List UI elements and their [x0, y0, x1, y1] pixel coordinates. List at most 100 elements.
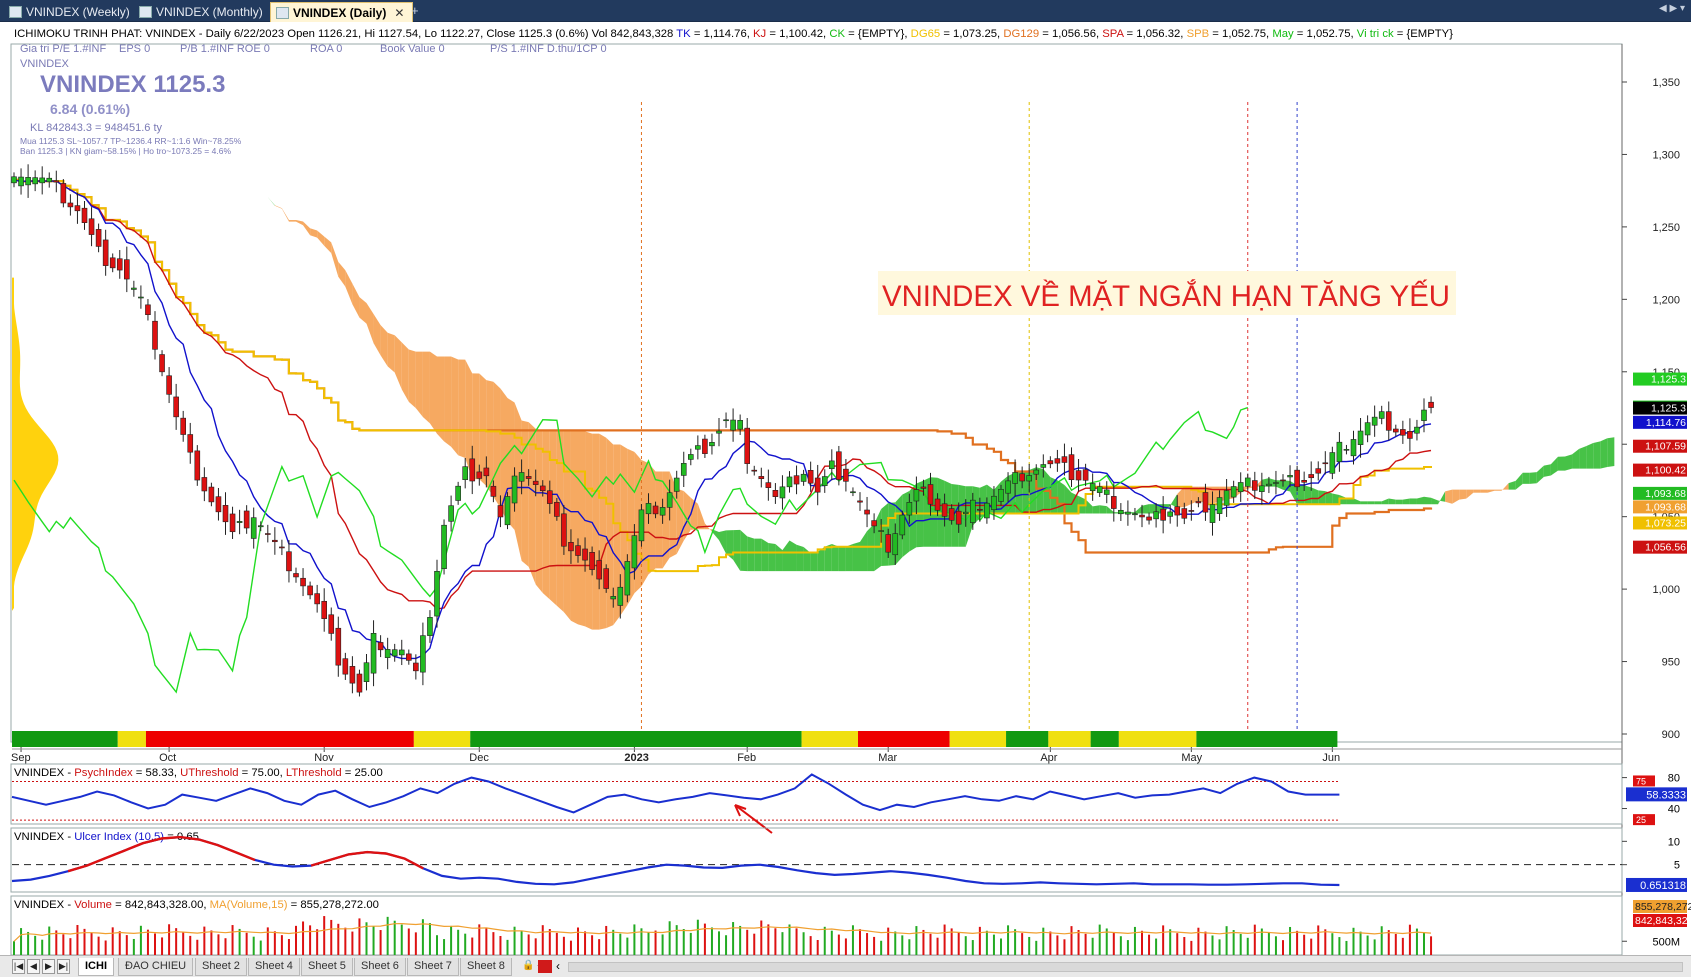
chart-svg[interactable]: 9009501,0001,0501,1001,1501,2001,2501,30…: [0, 22, 1691, 956]
x-tick-label: May: [1181, 752, 1202, 764]
sheet-bar: |◀ ◀ ▶ ▶| ICHI ĐAO CHIEU Sheet 2 Sheet 4…: [0, 955, 1691, 977]
tab-label: VNINDEX (Monthly): [156, 5, 263, 19]
annotation-text: VNINDEX VỀ MẶT NGẮN HẠN TĂNG YẾU: [882, 279, 1450, 313]
kumo-segment: [1565, 454, 1573, 471]
kl-text: KL 842843.3 = 948451.6 ty: [30, 122, 163, 134]
threshold-tag-text: 25: [1636, 815, 1646, 825]
kumo-segment: [1607, 437, 1615, 468]
kumo-segment: [1480, 489, 1488, 493]
status-segment: [1196, 731, 1338, 747]
kumo-segment: [444, 356, 452, 447]
candle: [624, 554, 631, 603]
kumo-segment: [528, 422, 536, 585]
y-tick-label: 1,350: [1652, 77, 1680, 89]
kumo-segment: [542, 430, 550, 600]
header-pb-roe: P/B 1.#INF ROE 0: [180, 43, 270, 55]
sell-text: Ban 1125.3 | KN giam~58.15% | Ho tro~107…: [20, 146, 231, 156]
y-tick-label: 1,250: [1652, 222, 1680, 234]
tab-weekly[interactable]: VNINDEX (Weekly): [4, 2, 138, 22]
sheet-tab-dao-chieu[interactable]: ĐAO CHIEU: [118, 958, 194, 976]
tab-scroll-icons[interactable]: ◀ ▶ ▾: [1659, 3, 1685, 14]
kumo-segment: [585, 431, 593, 630]
kumo-segment: [1374, 501, 1382, 505]
kumo-segment: [415, 351, 423, 417]
chart-icon: [139, 6, 152, 18]
kumo-segment: [1311, 487, 1319, 505]
sheet-tab-ichi[interactable]: ICHI: [78, 958, 114, 976]
status-segment: [801, 731, 858, 747]
panel-title: VNINDEX - Volume = 842,843,328.00, MA(Vo…: [14, 899, 379, 911]
kumo-segment: [451, 356, 459, 456]
sheet-tab-8[interactable]: Sheet 8: [460, 958, 512, 976]
scroll-left-icon[interactable]: ‹: [556, 959, 560, 973]
prev-sheet-button[interactable]: ◀: [27, 959, 40, 974]
status-segment: [858, 731, 950, 747]
last-sheet-button[interactable]: ▶|: [57, 959, 70, 974]
kumo-segment: [408, 349, 416, 409]
price-label: 1,093.68: [1633, 486, 1687, 500]
ma-tag-text: 855,278,272: [1635, 901, 1691, 913]
last-value-text: 0.651318: [1640, 880, 1686, 892]
x-tick-label: Nov: [314, 752, 334, 764]
status-segment: [1048, 731, 1091, 747]
candle: [60, 179, 67, 208]
kumo-segment: [831, 544, 839, 572]
kumo-segment: [1543, 464, 1551, 477]
record-icon[interactable]: [538, 960, 552, 973]
price-label-text: 1,125.3: [1651, 374, 1686, 386]
kumo-segment: [1367, 501, 1375, 505]
kumo-segment: [599, 433, 607, 630]
header-book-value: Book Value 0: [380, 43, 445, 55]
kumo-segment: [1424, 496, 1432, 505]
header-line1: ICHIMOKU TRINH PHAT: VNINDEX - Daily 6/2…: [14, 28, 1453, 40]
first-sheet-button[interactable]: |◀: [12, 959, 25, 974]
kumo-segment: [578, 431, 586, 627]
tab-label: VNINDEX (Weekly): [26, 5, 130, 19]
sheet-tab-5[interactable]: Sheet 5: [301, 958, 353, 976]
candle: [603, 564, 610, 593]
x-tick-label: 2023: [624, 752, 648, 764]
y-tick-label: 500M: [1652, 936, 1680, 948]
candle: [504, 492, 511, 530]
sheet-tab-6[interactable]: Sheet 6: [354, 958, 406, 976]
panel-title: VNINDEX - PsychIndex = 58.33, UThreshold…: [14, 767, 383, 779]
tab-monthly[interactable]: VNINDEX (Monthly): [134, 2, 271, 22]
kumo-segment: [1297, 485, 1305, 505]
x-tick-label: Apr: [1040, 752, 1057, 764]
chart-area[interactable]: 9009501,0001,0501,1001,1501,2001,2501,30…: [0, 22, 1691, 956]
last-value-text: 58.3333: [1646, 789, 1686, 801]
next-sheet-button[interactable]: ▶: [42, 959, 55, 974]
status-segment: [949, 731, 1007, 747]
kumo-segment: [1304, 485, 1312, 505]
y-tick-label: 950: [1662, 657, 1680, 669]
x-tick-label: Feb: [737, 752, 756, 764]
price-label: 1,056.56: [1633, 540, 1687, 554]
kumo-segment: [1473, 489, 1481, 493]
kumo-segment: [1395, 499, 1403, 505]
candle: [836, 445, 842, 486]
threshold-tag-text: 75: [1636, 776, 1646, 786]
price-label-text: 1,114.76: [1646, 417, 1686, 429]
kumo-segment: [655, 471, 663, 569]
kumo-segment: [648, 463, 656, 575]
horizontal-scrollbar[interactable]: [568, 962, 1683, 972]
sheet-tab-7[interactable]: Sheet 7: [407, 958, 459, 976]
kumo-segment: [458, 359, 466, 459]
header-pe: Gia tri P/E 1.#INF: [20, 43, 106, 55]
kumo-segment: [1557, 456, 1565, 471]
candle: [638, 504, 645, 547]
volume-tag-text: 842,843,328: [1635, 915, 1691, 927]
kumo-segment: [1522, 472, 1530, 484]
kumo-segment: [422, 351, 430, 424]
tab-daily[interactable]: VNINDEX (Daily) ✕: [270, 2, 414, 22]
sheet-tab-2[interactable]: Sheet 2: [195, 958, 247, 976]
kumo-segment: [606, 437, 614, 629]
price-label-text: 1,093.68: [1645, 501, 1686, 513]
sheet-tab-4[interactable]: Sheet 4: [248, 958, 300, 976]
chart-icon: [9, 6, 22, 18]
y-tick-label: 40: [1668, 804, 1680, 816]
close-icon[interactable]: ✕: [394, 6, 404, 20]
new-tab-icon[interactable]: +: [411, 3, 419, 18]
kumo-segment: [1092, 505, 1100, 514]
kumo-segment: [761, 538, 769, 572]
